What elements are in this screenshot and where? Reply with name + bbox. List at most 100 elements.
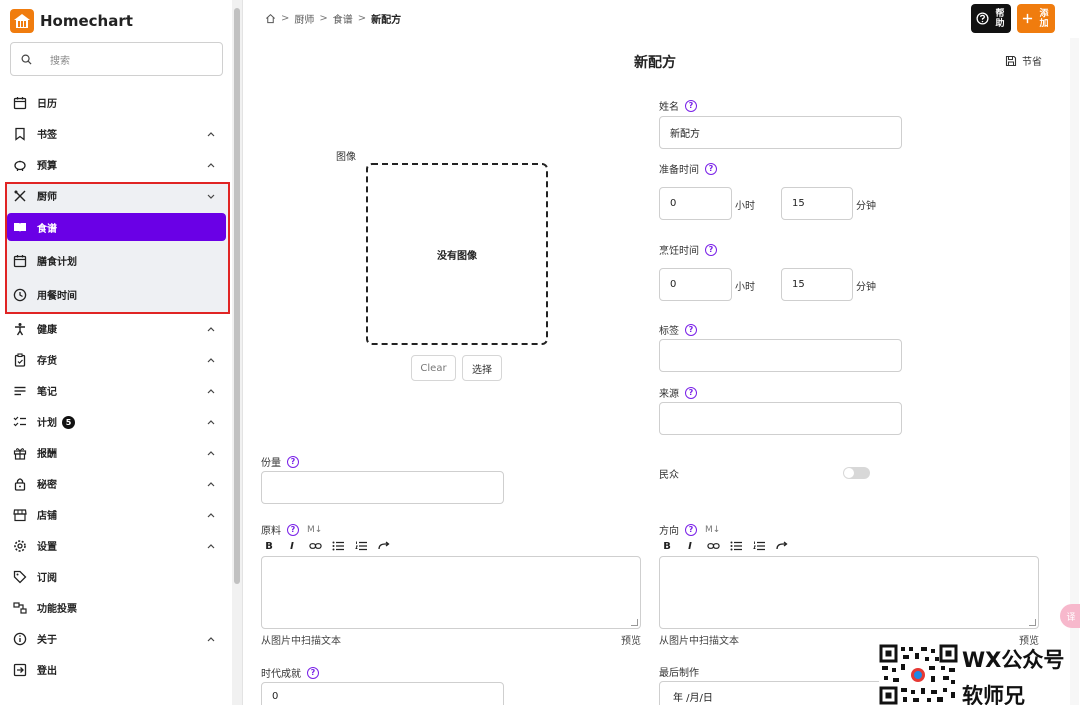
sidebar-item-shop[interactable]: 店铺 bbox=[0, 499, 232, 530]
prep-minutes-unit: 分钟 bbox=[856, 201, 876, 212]
bullet-list-button[interactable] bbox=[331, 539, 345, 553]
redo-button[interactable] bbox=[775, 539, 789, 553]
directions-scan-link[interactable]: 从图片中扫描文本 bbox=[659, 632, 739, 647]
sidebar-item-recipes[interactable]: 食谱 bbox=[7, 213, 226, 241]
select-image-button[interactable]: 选择 bbox=[462, 355, 502, 381]
chevron-up-icon[interactable] bbox=[206, 129, 216, 139]
redo-button[interactable] bbox=[377, 539, 391, 553]
sidebar-item-rewards[interactable]: 报酬 bbox=[0, 437, 232, 468]
ingredients-label: 原料? M↓ bbox=[261, 523, 323, 537]
vote-icon bbox=[13, 602, 27, 614]
app-logo[interactable]: Homechart bbox=[10, 9, 133, 33]
sidebar-item-calendar[interactable]: 日历 bbox=[0, 87, 232, 118]
watermark-text-line2: 软师兄 bbox=[962, 684, 1025, 705]
cook-hours-input[interactable]: 0 bbox=[659, 268, 732, 301]
sidebar-item-subscription[interactable]: 订阅 bbox=[0, 561, 232, 592]
cook-time-help-icon[interactable]: ? bbox=[705, 243, 717, 256]
chevron-up-icon[interactable] bbox=[206, 386, 216, 396]
ingredients-preview-link[interactable]: 预览 bbox=[621, 632, 641, 647]
chevron-up-icon[interactable] bbox=[206, 634, 216, 644]
sidebar-item-meal-times[interactable]: 用餐时间 bbox=[0, 279, 232, 310]
chevron-up-icon[interactable] bbox=[206, 355, 216, 365]
source-help-icon[interactable]: ? bbox=[685, 386, 697, 399]
name-label: 姓名? bbox=[659, 98, 697, 113]
italic-button[interactable]: I bbox=[683, 539, 697, 553]
times-made-input[interactable]: 0 bbox=[261, 682, 504, 705]
sidebar-item-notes[interactable]: 笔记 bbox=[0, 375, 232, 406]
public-toggle[interactable] bbox=[843, 467, 870, 479]
breadcrumb-cook[interactable]: 厨师 bbox=[294, 11, 314, 26]
chevron-up-icon[interactable] bbox=[206, 417, 216, 427]
sidebar-scrollbar-thumb[interactable] bbox=[234, 8, 240, 584]
sidebar-item-budget[interactable]: 预算 bbox=[0, 149, 232, 180]
sidebar-item-plan[interactable]: 计划 5 bbox=[0, 406, 232, 437]
add-button-label: 添加 bbox=[1039, 8, 1049, 29]
sidebar-scrollbar[interactable] bbox=[232, 0, 242, 705]
numbered-list-button[interactable] bbox=[354, 539, 368, 553]
sidebar-item-bookmarks[interactable]: 书签 bbox=[0, 118, 232, 149]
chevron-up-icon[interactable] bbox=[206, 324, 216, 334]
tags-help-icon[interactable]: ? bbox=[685, 323, 697, 336]
tags-input[interactable] bbox=[659, 339, 902, 372]
italic-button[interactable]: I bbox=[285, 539, 299, 553]
directions-label: 方向? M↓ bbox=[659, 523, 721, 537]
times-made-help-icon[interactable]: ? bbox=[307, 666, 319, 679]
store-icon bbox=[13, 509, 27, 522]
sidebar-item-about[interactable]: 关于 bbox=[0, 623, 232, 654]
bullet-list-button[interactable] bbox=[729, 539, 743, 553]
ingredients-help-icon[interactable]: ? bbox=[287, 523, 299, 536]
sidebar-item-inventory[interactable]: 存货 bbox=[0, 344, 232, 375]
clear-image-button[interactable]: Clear bbox=[411, 355, 456, 381]
chevron-up-icon[interactable] bbox=[206, 541, 216, 551]
breadcrumb: > 厨师 > 食谱 > 新配方 bbox=[265, 11, 401, 26]
cook-minutes-input[interactable]: 15 bbox=[781, 268, 853, 301]
sidebar-item-logout[interactable]: 登出 bbox=[0, 654, 232, 685]
sidebar-item-settings[interactable]: 设置 bbox=[0, 530, 232, 561]
bold-button[interactable]: B bbox=[262, 539, 276, 553]
source-input[interactable] bbox=[659, 402, 902, 435]
last-made-date-input[interactable]: 年 /月/日 bbox=[659, 681, 902, 705]
sidebar-item-label: 店铺 bbox=[37, 511, 57, 522]
prep-minutes-input[interactable]: 15 bbox=[781, 187, 853, 220]
sidebar-item-feature-voting[interactable]: 功能投票 bbox=[0, 592, 232, 623]
image-dropzone[interactable]: 没有图像 bbox=[366, 163, 548, 345]
sidebar-item-cook[interactable]: 厨师 bbox=[0, 180, 232, 211]
translate-icon[interactable]: 译 bbox=[1060, 604, 1080, 628]
prep-hours-input[interactable]: 0 bbox=[659, 187, 732, 220]
numbered-list-button[interactable] bbox=[752, 539, 766, 553]
add-button[interactable]: 添加 bbox=[1017, 4, 1055, 33]
chevron-up-icon[interactable] bbox=[206, 510, 216, 520]
search-input[interactable]: 搜索 bbox=[10, 42, 223, 76]
directions-help-icon[interactable]: ? bbox=[685, 523, 697, 536]
bold-button[interactable]: B bbox=[660, 539, 674, 553]
chevron-up-icon[interactable] bbox=[206, 448, 216, 458]
help-button[interactable]: 帮助 bbox=[971, 4, 1011, 33]
prep-time-help-icon[interactable]: ? bbox=[705, 162, 717, 175]
watermark-text-line1: WX公众号 bbox=[962, 648, 1065, 672]
sidebar-item-meal-plan[interactable]: 膳食计划 bbox=[0, 245, 232, 276]
servings-help-icon[interactable]: ? bbox=[287, 455, 299, 468]
lock-icon bbox=[14, 478, 26, 491]
save-button[interactable]: 节省 bbox=[1005, 53, 1042, 68]
sidebar-item-health[interactable]: 健康 bbox=[0, 313, 232, 344]
resize-grip-icon[interactable] bbox=[1029, 619, 1036, 626]
chevron-up-icon[interactable] bbox=[206, 479, 216, 489]
link-button[interactable] bbox=[706, 539, 720, 553]
redo-icon bbox=[776, 541, 788, 550]
resize-grip-icon[interactable] bbox=[631, 619, 638, 626]
sidebar-item-label: 日历 bbox=[37, 99, 57, 110]
clipboard-icon bbox=[14, 353, 26, 367]
ingredients-scan-link[interactable]: 从图片中扫描文本 bbox=[261, 632, 341, 647]
ingredients-editor[interactable] bbox=[261, 556, 641, 629]
directions-editor[interactable] bbox=[659, 556, 1039, 629]
link-button[interactable] bbox=[308, 539, 322, 553]
chevron-up-icon[interactable] bbox=[206, 160, 216, 170]
name-help-icon[interactable]: ? bbox=[685, 99, 697, 112]
last-made-label: 最后制作 bbox=[659, 668, 699, 679]
breadcrumb-recipes[interactable]: 食谱 bbox=[333, 11, 353, 26]
home-icon[interactable] bbox=[265, 13, 276, 24]
name-input[interactable]: 新配方 bbox=[659, 116, 902, 149]
sidebar-item-secrets[interactable]: 秘密 bbox=[0, 468, 232, 499]
servings-input[interactable] bbox=[261, 471, 504, 504]
chevron-down-icon[interactable] bbox=[206, 191, 216, 201]
